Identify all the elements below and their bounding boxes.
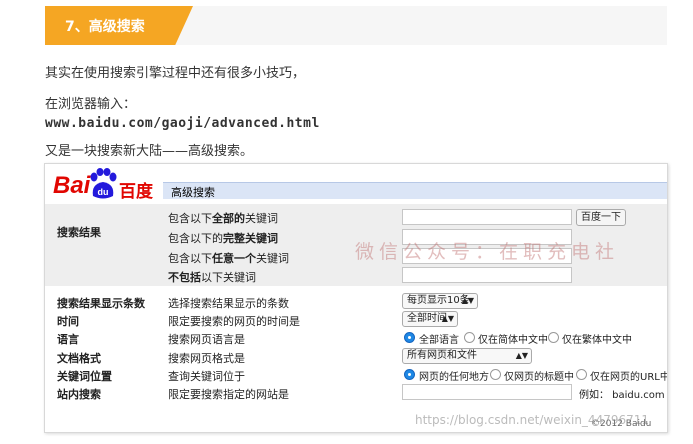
advanced-search-url[interactable]: www.baidu.com/gaoji/advanced.html: [45, 116, 320, 131]
keyword-row-exact: 包含以下的完整关键词: [168, 232, 278, 245]
radio-pos-title-label: 仅网页的标题中: [504, 372, 574, 383]
option-label-position: 关键词位置: [57, 370, 112, 383]
paragraph-tips: 其实在使用搜索引擎过程中还有很多小技巧，: [45, 66, 306, 81]
section-title: 7、高级搜索: [65, 19, 145, 35]
radio-lang-simplified-label: 仅在简体中文中: [478, 335, 548, 346]
wechat-watermark: 微信公众号：在职充电社: [355, 241, 620, 263]
select-caret-icon: ▲▼: [461, 296, 474, 305]
baidu-logo: Bai du 百度: [53, 168, 161, 204]
radio-lang-traditional[interactable]: [548, 332, 559, 343]
radio-pos-url[interactable]: [576, 369, 587, 380]
site-example: 例如： baidu.com: [579, 390, 665, 401]
select-caret-icon: ▲▼: [441, 314, 454, 323]
site-input[interactable]: [402, 384, 572, 400]
option-desc-count: 选择搜索结果显示的条数: [168, 297, 289, 310]
option-label-time: 时间: [57, 315, 79, 328]
keyword-row-all: 包含以下全部的关键词: [168, 212, 278, 225]
baidu-advanced-search-screenshot: Bai du 百度 高级搜索 搜索结果 包含以下全部的关键词 包含以下的完整关键…: [44, 163, 668, 433]
radio-lang-traditional-label: 仅在繁体中文中: [562, 335, 632, 346]
logo-chinese: 百度: [119, 182, 153, 202]
keyword-row-any: 包含以下任意一个关键词: [168, 252, 289, 265]
keyword-row-exclude: 不包括以下关键词: [168, 271, 256, 284]
header-bar: 高级搜索: [163, 182, 667, 199]
radio-lang-simplified[interactable]: [464, 332, 475, 343]
keywords-section-label: 搜索结果: [57, 226, 101, 239]
exclude-keywords-input[interactable]: [402, 267, 572, 283]
radio-pos-anywhere[interactable]: [404, 369, 415, 380]
option-desc-format: 搜索网页格式是: [168, 352, 245, 365]
results-per-page-select[interactable]: 每页显示10条 ▲▼: [402, 293, 478, 309]
option-desc-position: 查询关键词位于: [168, 370, 245, 383]
time-select[interactable]: 全部时间 ▲▼: [402, 311, 458, 327]
radio-lang-all-label: 全部语言: [419, 335, 459, 346]
radio-pos-title[interactable]: [490, 369, 501, 380]
option-desc-language: 搜索网页语言是: [168, 333, 245, 346]
logo-latin: Bai: [53, 172, 91, 199]
option-desc-time: 限定要搜索的网页的时间是: [168, 315, 300, 328]
file-format-select[interactable]: 所有网页和文件 ▲▼: [402, 348, 532, 364]
paragraph-input-hint: 在浏览器输入：: [45, 97, 137, 112]
header-title: 高级搜索: [171, 186, 215, 199]
option-label-language: 语言: [57, 333, 79, 346]
option-label-site: 站内搜索: [57, 388, 101, 401]
radio-lang-all[interactable]: [404, 332, 415, 343]
radio-pos-anywhere-label: 网页的任何地方: [419, 372, 489, 383]
logo-paw-text: du: [98, 187, 109, 197]
option-label-count: 搜索结果显示条数: [57, 297, 145, 310]
search-button[interactable]: 百度一下: [576, 209, 626, 226]
paw-icon: du: [90, 168, 117, 199]
all-keywords-input[interactable]: [402, 209, 572, 225]
section-header: 7、高级搜索: [45, 6, 667, 45]
option-desc-site: 限定要搜索指定的网站是: [168, 388, 289, 401]
radio-pos-url-label: 仅在网页的URL中: [590, 372, 668, 383]
select-caret-icon: ▲▼: [515, 351, 528, 360]
paragraph-new-land: 又是一块搜索新大陆——高级搜索。: [45, 144, 254, 159]
blog-url-watermark: https://blog.csdn.net/weixin_44796711: [415, 413, 650, 427]
option-label-format: 文档格式: [57, 352, 101, 365]
